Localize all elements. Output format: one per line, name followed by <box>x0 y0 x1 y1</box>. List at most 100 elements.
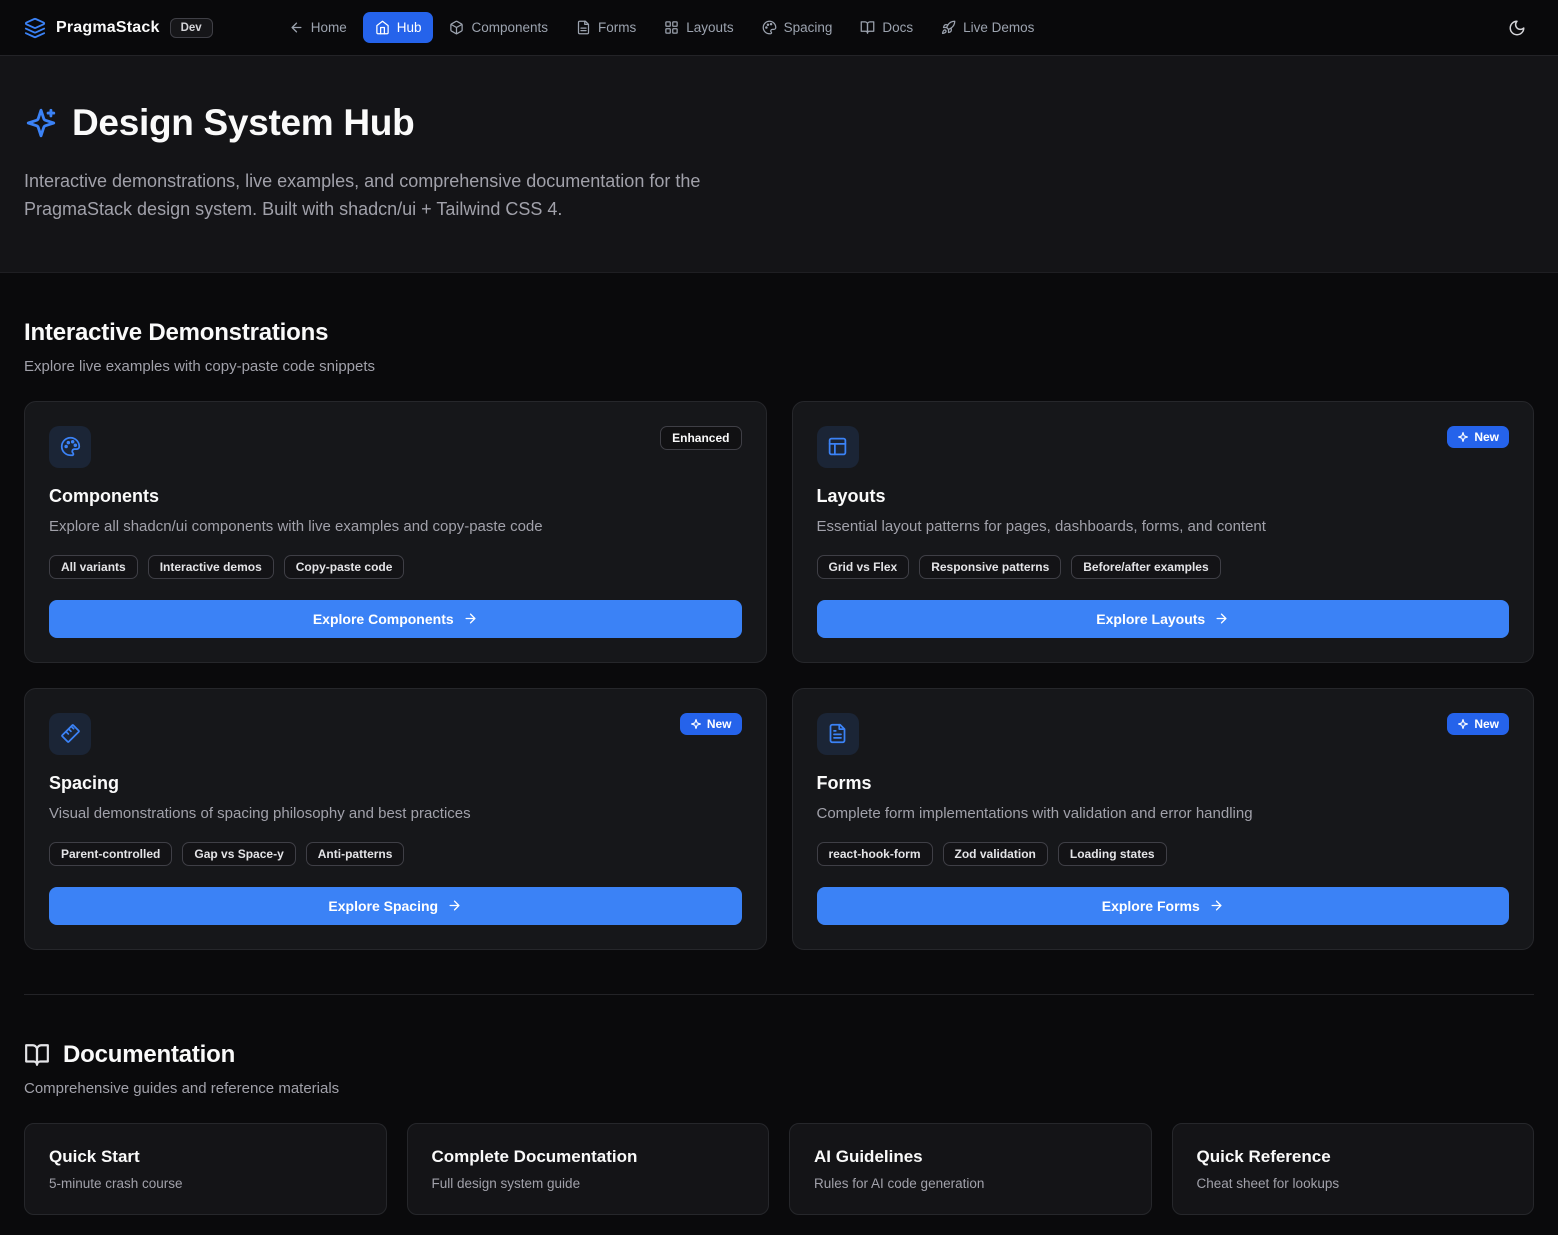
tag-row: Grid vs Flex Responsive patterns Before/… <box>817 555 1510 579</box>
sparkles-icon <box>24 106 58 140</box>
docs-heading: Documentation <box>63 1041 235 1069</box>
doc-card-title: Quick Reference <box>1197 1147 1510 1167</box>
ruler-icon <box>49 713 91 755</box>
card-description: Complete form implementations with valid… <box>817 803 1510 824</box>
nav-forms[interactable]: Forms <box>564 12 648 43</box>
navbar: PragmaStack Dev Home Hub Components Form… <box>0 0 1558 56</box>
tag: Gap vs Space-y <box>182 842 295 866</box>
arrow-right-icon <box>463 611 478 626</box>
new-badge: New <box>1447 426 1509 448</box>
nav-home[interactable]: Home <box>277 12 359 43</box>
tag: Before/after examples <box>1071 555 1220 579</box>
tag: Anti-patterns <box>306 842 405 866</box>
new-badge: New <box>1447 713 1509 735</box>
nav-hub[interactable]: Hub <box>363 12 434 43</box>
arrow-right-icon <box>1214 611 1229 626</box>
cta-label: Explore Spacing <box>328 898 438 914</box>
brand-name: PragmaStack <box>56 19 160 37</box>
doc-card-quick-reference[interactable]: Quick Reference Cheat sheet for lookups <box>1172 1123 1535 1215</box>
cta-label: Explore Layouts <box>1096 611 1205 627</box>
tag-row: All variants Interactive demos Copy-past… <box>49 555 742 579</box>
arrow-right-icon <box>447 898 462 913</box>
nav-components-label: Components <box>471 20 548 35</box>
explore-forms-button[interactable]: Explore Forms <box>817 887 1510 925</box>
moon-icon <box>1508 19 1526 37</box>
nav-spacing[interactable]: Spacing <box>750 12 845 43</box>
tag: Grid vs Flex <box>817 555 910 579</box>
palette-icon <box>49 426 91 468</box>
cta-label: Explore Components <box>313 611 454 627</box>
doc-card-quick-start[interactable]: Quick Start 5-minute crash course <box>24 1123 387 1215</box>
arrow-right-icon <box>1209 898 1224 913</box>
tag: Zod validation <box>943 842 1048 866</box>
nav-docs-label: Docs <box>882 20 913 35</box>
book-open-icon <box>24 1042 50 1068</box>
sparkle-icon <box>690 718 702 730</box>
demo-card-components: Enhanced Components Explore all shadcn/u… <box>24 401 767 663</box>
nav-docs[interactable]: Docs <box>848 12 925 43</box>
demos-heading: Interactive Demonstrations <box>24 319 1534 347</box>
page-title: Design System Hub <box>72 102 414 144</box>
docs-subheading: Comprehensive guides and reference mater… <box>24 1080 1534 1097</box>
card-description: Explore all shadcn/ui components with li… <box>49 516 742 537</box>
sparkle-icon <box>1457 431 1469 443</box>
card-title: Layouts <box>817 486 1510 507</box>
doc-card-title: AI Guidelines <box>814 1147 1127 1167</box>
tag: Copy-paste code <box>284 555 405 579</box>
card-title: Spacing <box>49 773 742 794</box>
doc-card-description: 5-minute crash course <box>49 1176 362 1191</box>
card-title: Components <box>49 486 742 507</box>
new-badge-label: New <box>1474 430 1499 444</box>
theme-toggle-button[interactable] <box>1500 11 1534 45</box>
brand[interactable]: PragmaStack Dev <box>24 17 213 39</box>
doc-card-complete-documentation[interactable]: Complete Documentation Full design syste… <box>407 1123 770 1215</box>
tag: Parent-controlled <box>49 842 172 866</box>
demo-card-layouts: New Layouts Essential layout patterns fo… <box>792 401 1535 663</box>
dev-badge: Dev <box>170 18 213 38</box>
book-open-icon <box>860 20 875 35</box>
new-badge: New <box>680 713 742 735</box>
nav-home-label: Home <box>311 20 347 35</box>
tag: Responsive patterns <box>919 555 1061 579</box>
nav-spacing-label: Spacing <box>784 20 833 35</box>
explore-layouts-button[interactable]: Explore Layouts <box>817 600 1510 638</box>
tag: All variants <box>49 555 138 579</box>
nav-live-demos[interactable]: Live Demos <box>929 12 1046 43</box>
demo-card-spacing: New Spacing Visual demonstrations of spa… <box>24 688 767 950</box>
file-text-icon <box>817 713 859 755</box>
doc-card-ai-guidelines[interactable]: AI Guidelines Rules for AI code generati… <box>789 1123 1152 1215</box>
doc-card-title: Quick Start <box>49 1147 362 1167</box>
nav-hub-label: Hub <box>397 20 422 35</box>
tag-row: Parent-controlled Gap vs Space-y Anti-pa… <box>49 842 742 866</box>
explore-spacing-button[interactable]: Explore Spacing <box>49 887 742 925</box>
section-divider <box>24 994 1534 995</box>
demos-subheading: Explore live examples with copy-paste co… <box>24 358 1534 375</box>
tag-row: react-hook-form Zod validation Loading s… <box>817 842 1510 866</box>
doc-card-description: Rules for AI code generation <box>814 1176 1127 1191</box>
doc-card-description: Full design system guide <box>432 1176 745 1191</box>
new-badge-label: New <box>707 717 732 731</box>
nav-layouts-label: Layouts <box>686 20 733 35</box>
nav-components[interactable]: Components <box>437 12 560 43</box>
demo-card-grid: Enhanced Components Explore all shadcn/u… <box>24 401 1534 950</box>
new-badge-label: New <box>1474 717 1499 731</box>
doc-card-description: Cheat sheet for lookups <box>1197 1176 1510 1191</box>
palette-icon <box>762 20 777 35</box>
explore-components-button[interactable]: Explore Components <box>49 600 742 638</box>
doc-card-title: Complete Documentation <box>432 1147 745 1167</box>
rocket-icon <box>941 20 956 35</box>
layout-panel-icon <box>817 426 859 468</box>
package-icon <box>449 20 464 35</box>
main-nav: Home Hub Components Forms Layouts Spacin… <box>277 12 1047 43</box>
card-description: Essential layout patterns for pages, das… <box>817 516 1510 537</box>
nav-layouts[interactable]: Layouts <box>652 12 745 43</box>
page-subtitle: Interactive demonstrations, live example… <box>24 168 779 224</box>
tag: Interactive demos <box>148 555 274 579</box>
file-text-icon <box>576 20 591 35</box>
nav-live-demos-label: Live Demos <box>963 20 1034 35</box>
tag: Loading states <box>1058 842 1167 866</box>
demo-card-forms: New Forms Complete form implementations … <box>792 688 1535 950</box>
home-icon <box>375 20 390 35</box>
nav-forms-label: Forms <box>598 20 636 35</box>
card-description: Visual demonstrations of spacing philoso… <box>49 803 742 824</box>
